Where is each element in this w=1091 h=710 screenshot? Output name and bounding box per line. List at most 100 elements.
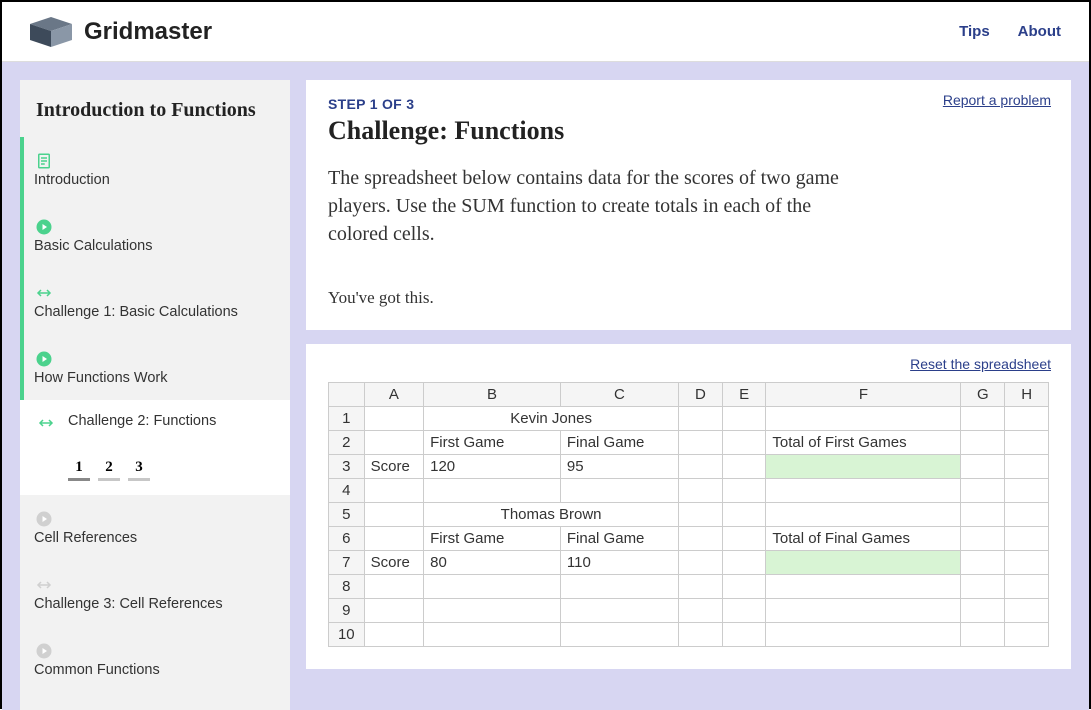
sidebar-item-1[interactable]: Basic Calculations (20, 203, 290, 269)
cell-E6[interactable] (722, 527, 766, 551)
cell-G10[interactable] (961, 623, 1005, 647)
row-header-4[interactable]: 4 (329, 479, 365, 503)
row-header-9[interactable]: 9 (329, 599, 365, 623)
reset-spreadsheet-link[interactable]: Reset the spreadsheet (910, 356, 1051, 372)
cell-E5[interactable] (722, 503, 766, 527)
cell-E3[interactable] (722, 455, 766, 479)
row-header-2[interactable]: 2 (329, 431, 365, 455)
row-header-8[interactable]: 8 (329, 575, 365, 599)
cell-D2[interactable] (679, 431, 723, 455)
cell-F4[interactable] (766, 479, 961, 503)
cell-D5[interactable] (679, 503, 723, 527)
cell-D3[interactable] (679, 455, 723, 479)
cell-C8[interactable] (560, 575, 678, 599)
cell-H1[interactable] (1005, 407, 1049, 431)
cell-B4[interactable] (424, 479, 561, 503)
cell-C9[interactable] (560, 599, 678, 623)
col-header-C[interactable]: C (560, 383, 678, 407)
cell-B10[interactable] (424, 623, 561, 647)
cell-C2[interactable]: Final Game (560, 431, 678, 455)
cell-C10[interactable] (560, 623, 678, 647)
step-3[interactable]: 3 (128, 457, 150, 481)
col-header-D[interactable]: D (679, 383, 723, 407)
sidebar-item-7[interactable]: Common Functions (20, 627, 290, 693)
cell-C6[interactable]: Final Game (560, 527, 678, 551)
cell-D8[interactable] (679, 575, 723, 599)
step-2[interactable]: 2 (98, 457, 120, 481)
cell-A8[interactable] (364, 575, 424, 599)
cell-A1[interactable] (364, 407, 424, 431)
cell-E9[interactable] (722, 599, 766, 623)
row-header-10[interactable]: 10 (329, 623, 365, 647)
cell-F6[interactable]: Total of Final Games (766, 527, 961, 551)
sidebar-item-6[interactable]: Challenge 3: Cell References (20, 561, 290, 627)
cell-G1[interactable] (961, 407, 1005, 431)
cell-G9[interactable] (961, 599, 1005, 623)
cell-F7[interactable] (766, 551, 961, 575)
cell-D9[interactable] (679, 599, 723, 623)
cell-B5[interactable]: Thomas Brown (424, 503, 679, 527)
cell-A10[interactable] (364, 623, 424, 647)
cell-A2[interactable] (364, 431, 424, 455)
report-problem-link[interactable]: Report a problem (943, 92, 1051, 108)
cell-E8[interactable] (722, 575, 766, 599)
cell-F1[interactable] (766, 407, 961, 431)
row-header-5[interactable]: 5 (329, 503, 365, 527)
cell-G7[interactable] (961, 551, 1005, 575)
cell-H2[interactable] (1005, 431, 1049, 455)
cell-G3[interactable] (961, 455, 1005, 479)
cell-A6[interactable] (364, 527, 424, 551)
cell-G5[interactable] (961, 503, 1005, 527)
cell-C4[interactable] (560, 479, 678, 503)
cell-C3[interactable]: 95 (560, 455, 678, 479)
cell-E10[interactable] (722, 623, 766, 647)
cell-F10[interactable] (766, 623, 961, 647)
row-header-7[interactable]: 7 (329, 551, 365, 575)
cell-F3[interactable] (766, 455, 961, 479)
cell-E2[interactable] (722, 431, 766, 455)
step-1[interactable]: 1 (68, 457, 90, 481)
cell-A5[interactable] (364, 503, 424, 527)
cell-G6[interactable] (961, 527, 1005, 551)
cell-E1[interactable] (722, 407, 766, 431)
col-header-F[interactable]: F (766, 383, 961, 407)
col-header-E[interactable]: E (722, 383, 766, 407)
nav-tips[interactable]: Tips (959, 23, 990, 40)
cell-F9[interactable] (766, 599, 961, 623)
cell-H9[interactable] (1005, 599, 1049, 623)
cell-F8[interactable] (766, 575, 961, 599)
cell-B1[interactable]: Kevin Jones (424, 407, 679, 431)
cell-A7[interactable]: Score (364, 551, 424, 575)
cell-B7[interactable]: 80 (424, 551, 561, 575)
cell-F5[interactable] (766, 503, 961, 527)
cell-D6[interactable] (679, 527, 723, 551)
cell-A4[interactable] (364, 479, 424, 503)
row-header-6[interactable]: 6 (329, 527, 365, 551)
cell-A3[interactable]: Score (364, 455, 424, 479)
row-header-3[interactable]: 3 (329, 455, 365, 479)
cell-D4[interactable] (679, 479, 723, 503)
cell-H8[interactable] (1005, 575, 1049, 599)
cell-B2[interactable]: First Game (424, 431, 561, 455)
cell-B6[interactable]: First Game (424, 527, 561, 551)
cell-H3[interactable] (1005, 455, 1049, 479)
cell-C7[interactable]: 110 (560, 551, 678, 575)
col-header-G[interactable]: G (961, 383, 1005, 407)
col-header-A[interactable]: A (364, 383, 424, 407)
cell-G2[interactable] (961, 431, 1005, 455)
spreadsheet[interactable]: ABCDEFGH 1Kevin Jones2First GameFinal Ga… (328, 382, 1049, 647)
cell-B8[interactable] (424, 575, 561, 599)
cell-A9[interactable] (364, 599, 424, 623)
col-header-H[interactable]: H (1005, 383, 1049, 407)
cell-H4[interactable] (1005, 479, 1049, 503)
cell-D1[interactable] (679, 407, 723, 431)
sidebar-item-0[interactable]: Introduction (20, 137, 290, 203)
cell-F2[interactable]: Total of First Games (766, 431, 961, 455)
sidebar-item-5[interactable]: Cell References (20, 495, 290, 561)
sidebar-item-2[interactable]: Challenge 1: Basic Calculations (20, 269, 290, 335)
cell-E4[interactable] (722, 479, 766, 503)
cell-E7[interactable] (722, 551, 766, 575)
sidebar-item-3[interactable]: How Functions Work (20, 335, 290, 401)
cell-B3[interactable]: 120 (424, 455, 561, 479)
cell-H10[interactable] (1005, 623, 1049, 647)
